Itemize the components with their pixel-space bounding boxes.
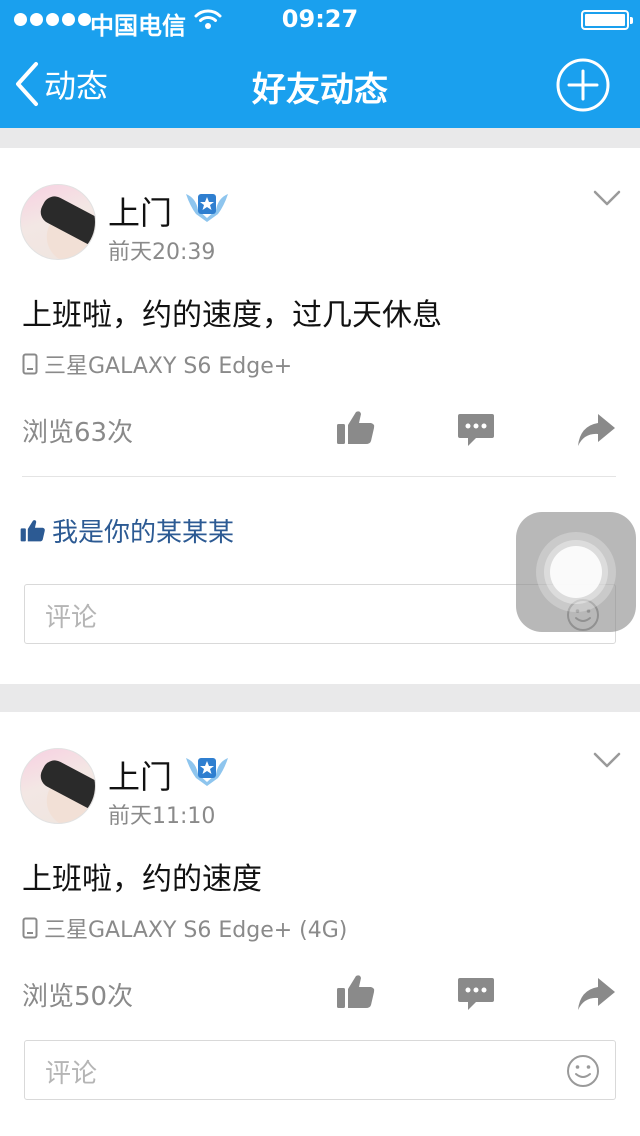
phone-icon [22,353,38,375]
phone-icon [22,917,38,939]
avatar[interactable] [20,748,96,824]
vip-badge-icon [186,194,228,222]
feed-post: 上门 前天11:10 上班啦，约的速度 三星GALAXY S6 Edge+ (4… [0,712,640,1136]
post-content: 上班啦，约的速度 [22,862,262,897]
like-small-icon [20,519,45,541]
post-timestamp: 前天20:39 [108,240,216,265]
post-timestamp: 前天11:10 [108,804,216,829]
view-count: 浏览63次 [22,418,134,448]
device-label: 三星GALAXY S6 Edge+ [44,354,293,379]
share-icon[interactable] [576,974,616,1014]
post-content: 上班啦，约的速度，过几天休息 [22,298,442,333]
battery-icon [581,10,633,30]
liked-by-user[interactable]: 我是你的某某某 [52,512,234,549]
app-header: 中国电信 09:27 动态 好友动态 [0,0,640,128]
likes-row: 我是你的某某某 [20,512,234,549]
like-icon[interactable] [336,408,376,448]
view-count: 浏览50次 [22,982,134,1012]
chevron-down-icon[interactable] [592,750,622,770]
device-label: 三星GALAXY S6 Edge+ (4G) [44,918,348,943]
device-info: 三星GALAXY S6 Edge+ (4G) [22,912,347,944]
divider [22,476,616,477]
emoji-icon[interactable] [565,1053,601,1089]
avatar[interactable] [20,184,96,260]
share-icon[interactable] [576,410,616,450]
comment-placeholder: 评论 [45,603,98,633]
assistive-touch-button[interactable] [516,512,636,632]
post-username[interactable]: 上门 [108,188,172,234]
device-info: 三星GALAXY S6 Edge+ [22,348,292,380]
page-title: 好友动态 [252,70,388,110]
plus-circle-icon[interactable] [556,58,610,112]
comment-icon[interactable] [456,974,496,1014]
comment-placeholder: 评论 [45,1059,98,1089]
status-bar: 中国电信 09:27 [0,0,640,40]
vip-badge-icon [186,758,228,786]
comment-icon[interactable] [456,410,496,450]
navigation-bar: 动态 好友动态 [0,40,640,128]
comment-input[interactable]: 评论 [24,1040,616,1100]
chevron-down-icon[interactable] [592,188,622,208]
post-username[interactable]: 上门 [108,752,172,798]
status-time: 09:27 [281,5,359,33]
like-icon[interactable] [336,972,376,1012]
